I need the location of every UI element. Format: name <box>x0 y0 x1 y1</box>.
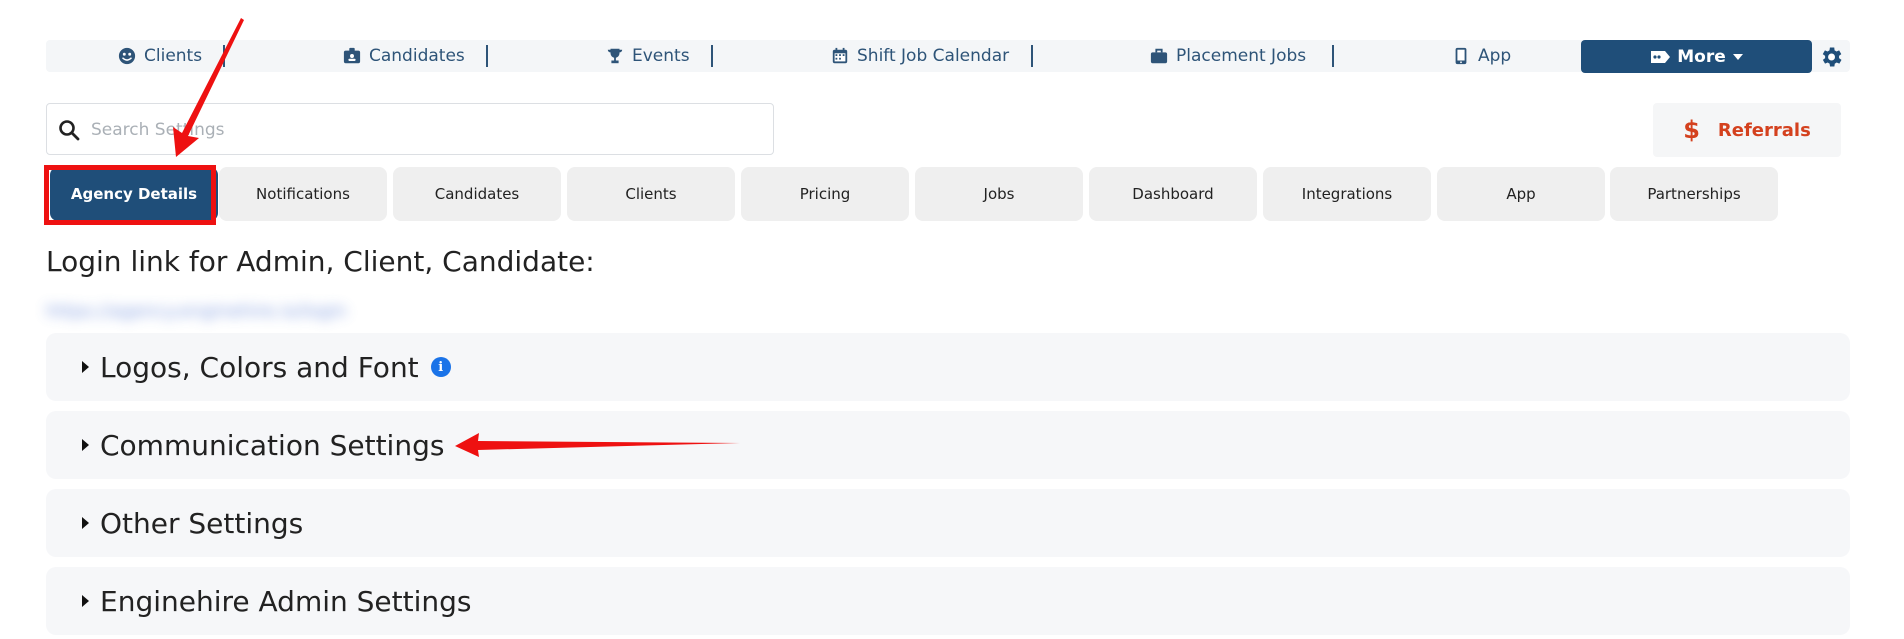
login-link-title: Login link for Admin, Client, Candidate: <box>46 245 595 278</box>
section-logos-colors-font[interactable]: Logos, Colors and Font i <box>46 333 1850 401</box>
settings-search <box>46 103 774 156</box>
more-button[interactable]: More <box>1581 40 1812 73</box>
section-communication-settings[interactable]: Communication Settings <box>46 411 1850 479</box>
tab-label: Notifications <box>256 185 350 203</box>
nav-separator <box>486 45 488 67</box>
nav-candidates[interactable]: Candidates <box>343 40 465 72</box>
nav-shift-job-calendar[interactable]: Shift Job Calendar <box>831 40 1009 72</box>
nav-placement-jobs[interactable]: Placement Jobs <box>1150 40 1306 72</box>
tab-clients[interactable]: Clients <box>567 167 735 221</box>
caret-right-icon <box>82 361 89 373</box>
section-label: Other Settings <box>100 506 304 540</box>
section-label: Communication Settings <box>100 428 445 462</box>
trophy-icon <box>607 48 623 64</box>
id-card-icon <box>343 47 361 64</box>
tab-agency-details[interactable]: Agency Details <box>50 167 218 221</box>
info-icon[interactable]: i <box>430 357 451 377</box>
tab-candidates[interactable]: Candidates <box>393 167 561 221</box>
more-label: More <box>1677 46 1726 67</box>
section-enginehire-admin-settings[interactable]: Enginehire Admin Settings <box>46 567 1850 635</box>
nav-separator <box>223 45 225 67</box>
tab-label: Pricing <box>799 185 851 203</box>
tab-pricing[interactable]: Pricing <box>741 167 909 221</box>
calendar-icon <box>832 47 848 64</box>
nav-shift-job-calendar-label: Shift Job Calendar <box>857 46 1010 66</box>
nav-clients-label: Clients <box>144 46 203 66</box>
tab-label: Dashboard <box>1132 185 1214 203</box>
search-icon <box>59 120 80 141</box>
caret-right-icon <box>82 595 89 607</box>
nav-candidates-label: Candidates <box>369 46 465 66</box>
nav-app[interactable]: App <box>1452 40 1511 72</box>
tab-label: Jobs <box>983 185 1015 203</box>
tab-jobs[interactable]: Jobs <box>915 167 1083 221</box>
tab-partnerships[interactable]: Partnerships <box>1610 167 1778 221</box>
search-input[interactable] <box>89 104 763 156</box>
tag-icon <box>1651 50 1671 63</box>
nav-events-label: Events <box>632 46 690 66</box>
phone-icon <box>1455 47 1467 65</box>
caret-right-icon <box>82 517 89 529</box>
tab-label: Agency Details <box>70 185 198 203</box>
nav-clients[interactable]: Clients <box>118 40 202 72</box>
nav-app-label: App <box>1478 46 1512 66</box>
tab-notifications[interactable]: Notifications <box>219 167 387 221</box>
caret-down-icon <box>1732 53 1743 60</box>
tab-dashboard[interactable]: Dashboard <box>1089 167 1257 221</box>
section-label: Logos, Colors and Font <box>100 350 419 384</box>
tab-label: Candidates <box>434 185 520 203</box>
gear-icon[interactable] <box>1818 44 1844 70</box>
nav-events[interactable]: Events <box>606 40 690 72</box>
tab-label: Clients <box>625 185 677 203</box>
referrals-button[interactable]: $ Referrals <box>1653 103 1841 157</box>
nav-separator <box>1031 45 1033 67</box>
referrals-label: Referrals <box>1717 119 1811 141</box>
login-link[interactable]: https://agency.enginehire.io/login <box>46 301 434 325</box>
tab-integrations[interactable]: Integrations <box>1263 167 1431 221</box>
tab-label: App <box>1506 185 1536 203</box>
nav-separator <box>711 45 713 67</box>
face-icon <box>118 47 136 65</box>
nav-placement-jobs-label: Placement Jobs <box>1176 46 1307 66</box>
briefcase-icon <box>1150 48 1168 64</box>
tab-app[interactable]: App <box>1437 167 1605 221</box>
caret-right-icon <box>82 439 89 451</box>
tab-label: Partnerships <box>1647 185 1741 203</box>
section-label: Enginehire Admin Settings <box>100 584 472 618</box>
tab-label: Integrations <box>1301 185 1393 203</box>
section-other-settings[interactable]: Other Settings <box>46 489 1850 557</box>
nav-separator <box>1332 45 1334 67</box>
dollar-icon: $ <box>1683 116 1700 144</box>
